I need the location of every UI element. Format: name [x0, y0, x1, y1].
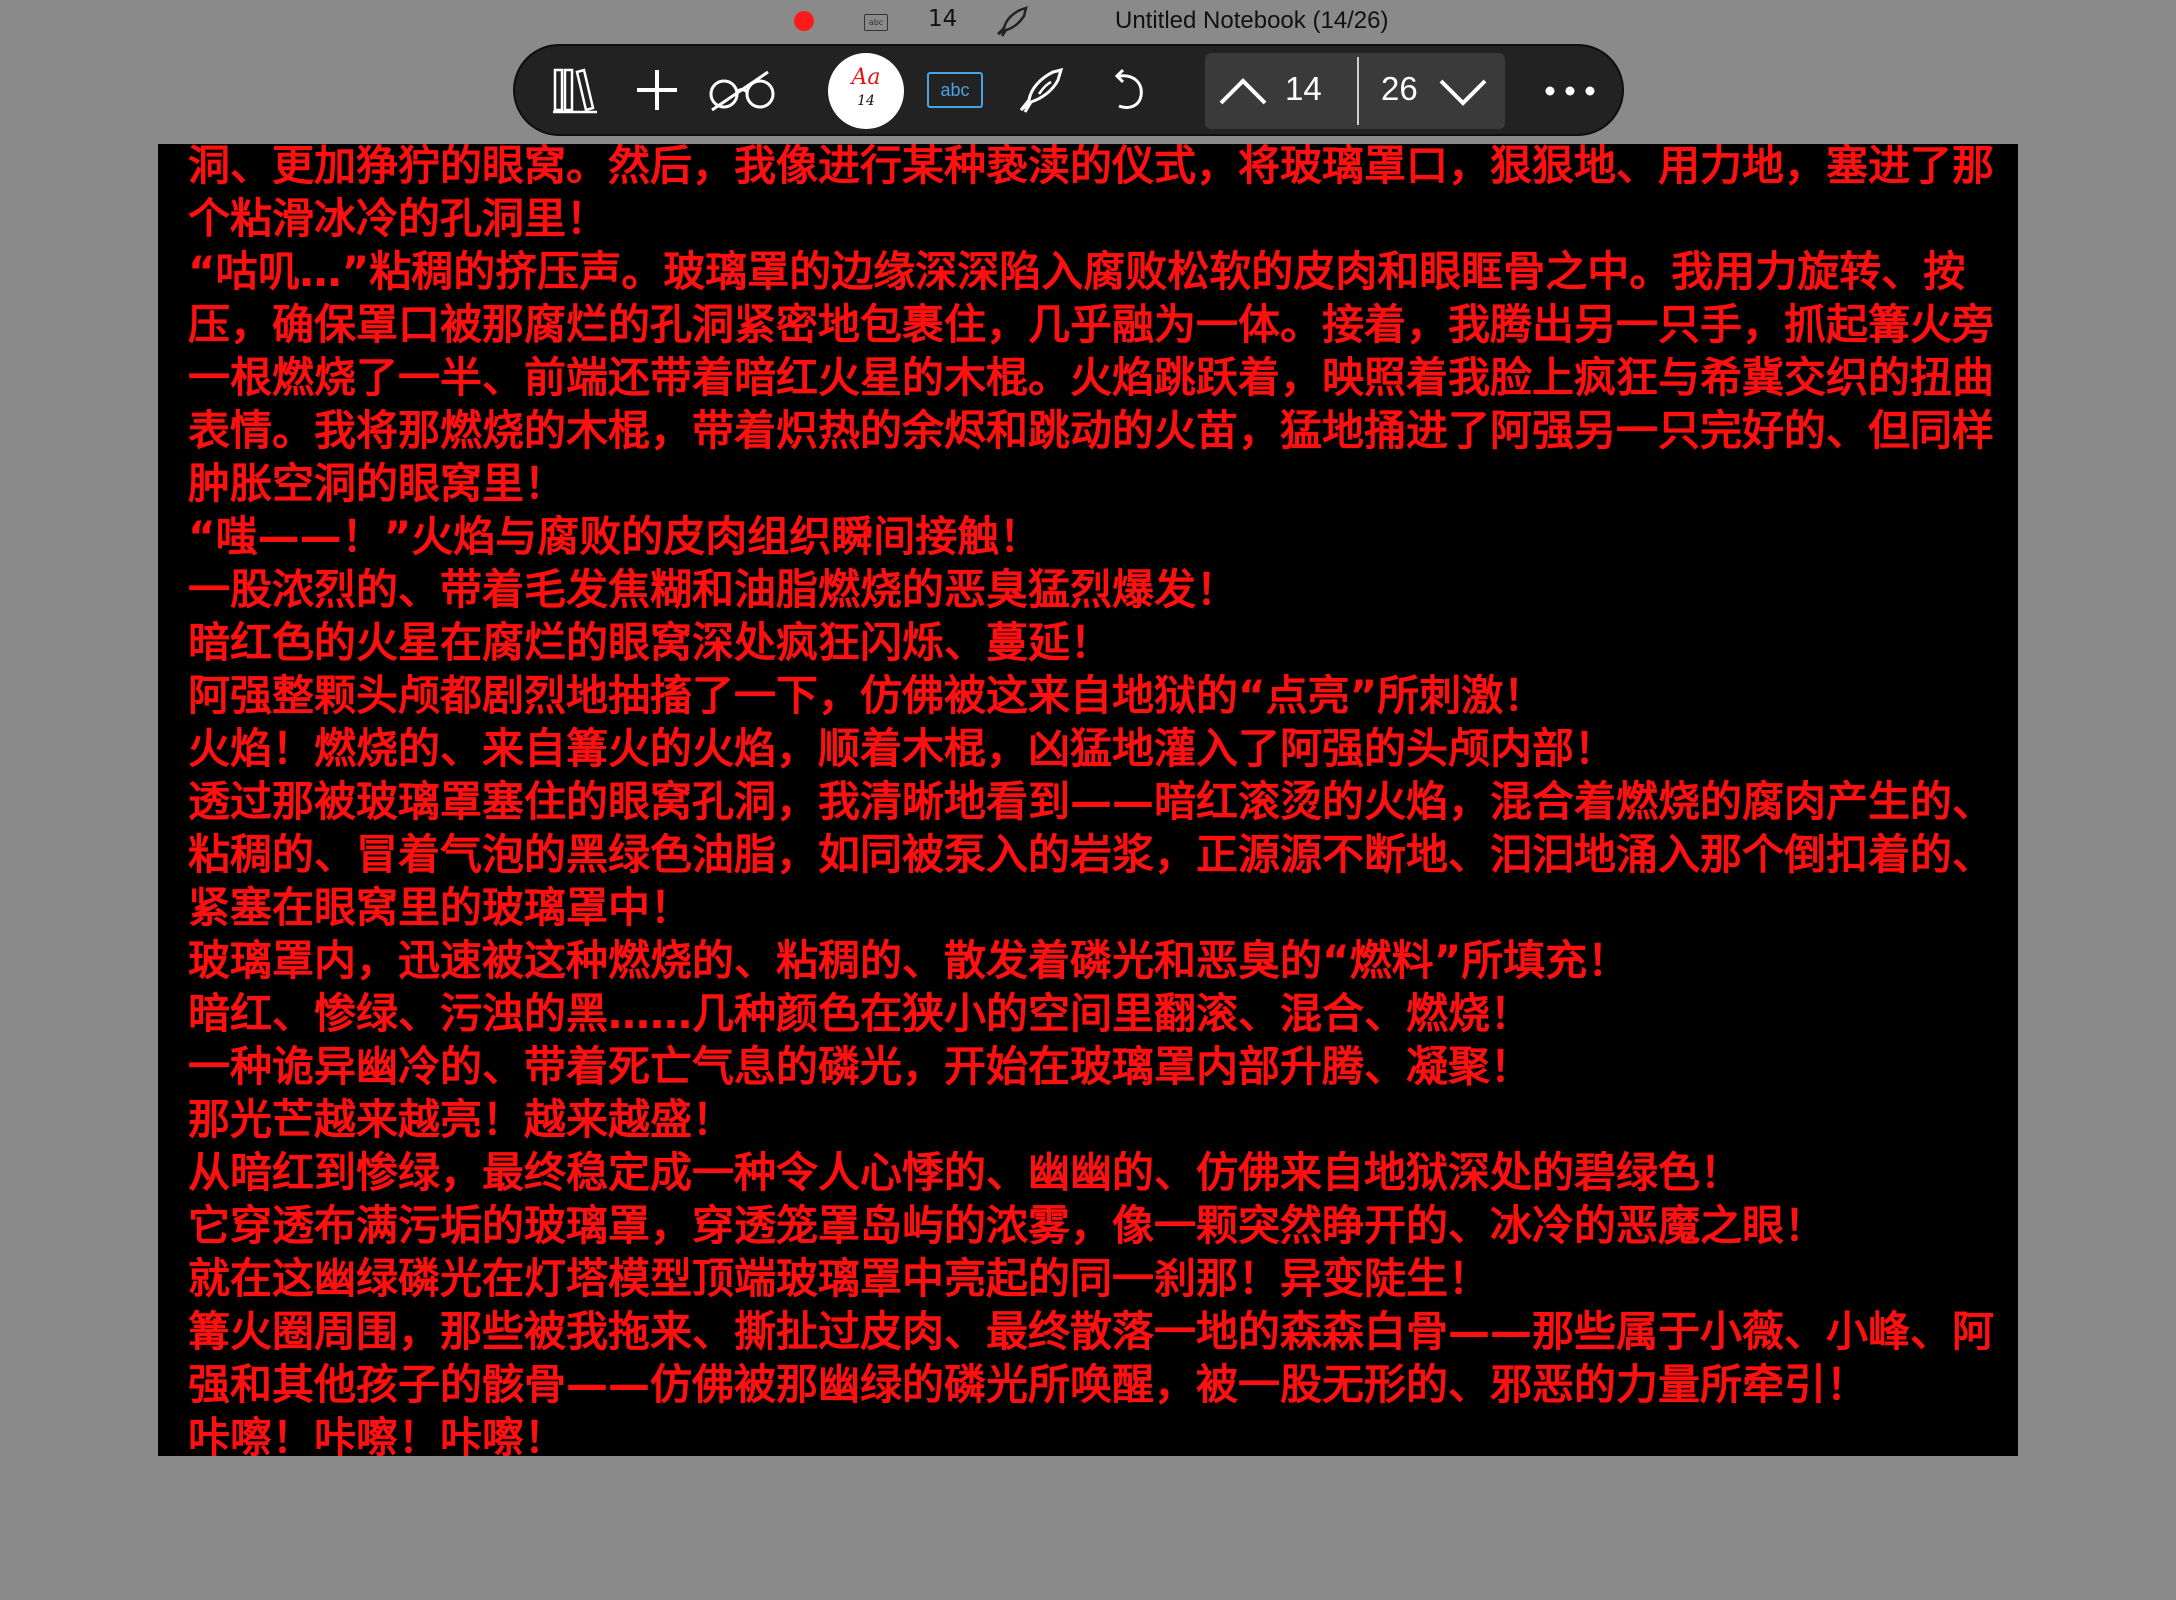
library-button[interactable]	[535, 46, 615, 134]
text-recognition-button[interactable]: abc	[915, 46, 995, 134]
add-icon	[637, 70, 677, 110]
paragraph: 暗红、惨绿、污浊的黑……几种颜色在狭小的空间里翻滚、混合、燃烧！	[188, 989, 1533, 1038]
pager-divider	[1357, 57, 1359, 125]
font-size-value: 14	[857, 93, 875, 109]
paragraph: 阿强整颗头颅都剧烈地抽搐了一下，仿佛被这来自地狱的“点亮”所刺激！	[188, 671, 1546, 720]
total-pages: 26	[1381, 70, 1418, 107]
reading-mode-button[interactable]	[702, 46, 782, 134]
paragraph: 咔嚓！咔嚓！咔嚓！	[188, 1413, 567, 1456]
add-button[interactable]	[617, 46, 697, 134]
paragraph: 篝火圈周围，那些被我拖来、撕扯过皮肉、最终散落一地的森森白骨——那些属于小薇、小…	[188, 1307, 1995, 1409]
page-navigator: 14 26	[1205, 53, 1505, 129]
annotate-button[interactable]	[1001, 46, 1081, 134]
paragraph: 那光芒越来越亮！越来越盛！	[188, 1095, 735, 1144]
paragraph: “咕叽…”粘稠的挤压声。玻璃罩的边缘深深陷入腐败松软的皮肉和眼眶骨之中。我用力旋…	[188, 247, 1995, 508]
document-text: 洞、更加狰狞的眼窝。然后，我像进行某种亵渎的仪式，将玻璃罩口，狠狠地、用力地，塞…	[188, 144, 2000, 1456]
abc-icon: abc	[927, 72, 983, 108]
document-page[interactable]: 洞、更加狰狞的眼窝。然后，我像进行某种亵渎的仪式，将玻璃罩口，狠狠地、用力地，塞…	[158, 144, 2018, 1456]
pen-hand-mini-icon	[997, 6, 1028, 37]
paragraph: 从暗红到惨绿，最终稳定成一种令人心悸的、幽幽的、仿佛来自地狱深处的碧绿色！	[188, 1148, 1743, 1197]
paragraph: 火焰！燃烧的、来自篝火的火焰，顺着木棍，凶猛地灌入了阿强的头颅内部！	[188, 724, 1617, 773]
paragraph: 就在这幽绿磷光在灯塔模型顶端玻璃罩中亮起的同一刹那！异变陡生！	[188, 1254, 1491, 1303]
paragraph: 一股浓烈的、带着毛发焦糊和油脂燃烧的恶臭猛烈爆发！	[188, 565, 1239, 614]
more-icon[interactable]	[1535, 66, 1605, 116]
abc-mini-icon: abc	[864, 14, 888, 31]
paragraph: 它穿透布满污垢的玻璃罩，穿透笼罩岛屿的浓雾，像一颗突然睁开的、冰冷的恶魔之眼！	[188, 1201, 1827, 1250]
chevron-down-icon[interactable]	[1435, 67, 1491, 115]
undo-button[interactable]	[1087, 46, 1167, 134]
current-page-input[interactable]: 14	[1285, 70, 1322, 108]
paragraph: 玻璃罩内，迅速被这种燃烧的、粘稠的、散发着磷光和恶臭的“燃料”所填充！	[188, 936, 1630, 985]
paragraph: “嗤——！”火焰与腐败的皮肉组织瞬间接触！	[188, 512, 1042, 561]
toolbar: Aa 14 abc 14 26	[513, 44, 1624, 136]
record-indicator-icon	[794, 11, 814, 31]
chevron-up-icon[interactable]	[1215, 67, 1271, 115]
paragraph: 暗红色的火星在腐烂的眼窝深处疯狂闪烁、蔓延！	[188, 618, 1113, 667]
paragraph: 洞、更加狰狞的眼窝。然后，我像进行某种亵渎的仪式，将玻璃罩口，狠狠地、用力地，塞…	[188, 144, 1995, 243]
library-icon	[553, 68, 597, 114]
status-page-number: 14	[928, 6, 958, 32]
paragraph: 一种诡异幽冷的、带着死亡气息的磷光，开始在玻璃罩内部升腾、凝聚！	[188, 1042, 1533, 1091]
window-title: Untitled Notebook (14/26)	[1115, 7, 1389, 34]
font-icon: Aa	[851, 65, 881, 90]
undo-icon	[1114, 68, 1143, 110]
status-bar: abc 14 Untitled Notebook (14/26)	[0, 0, 2176, 44]
pen-hand-icon	[1019, 67, 1064, 113]
paragraph: 透过那被玻璃罩塞住的眼窝孔洞，我清晰地看到——暗红滚烫的火焰，混合着燃烧的腐肉产…	[188, 777, 1995, 932]
glasses-icon	[709, 70, 775, 112]
font-size-button[interactable]: Aa 14	[828, 53, 904, 129]
